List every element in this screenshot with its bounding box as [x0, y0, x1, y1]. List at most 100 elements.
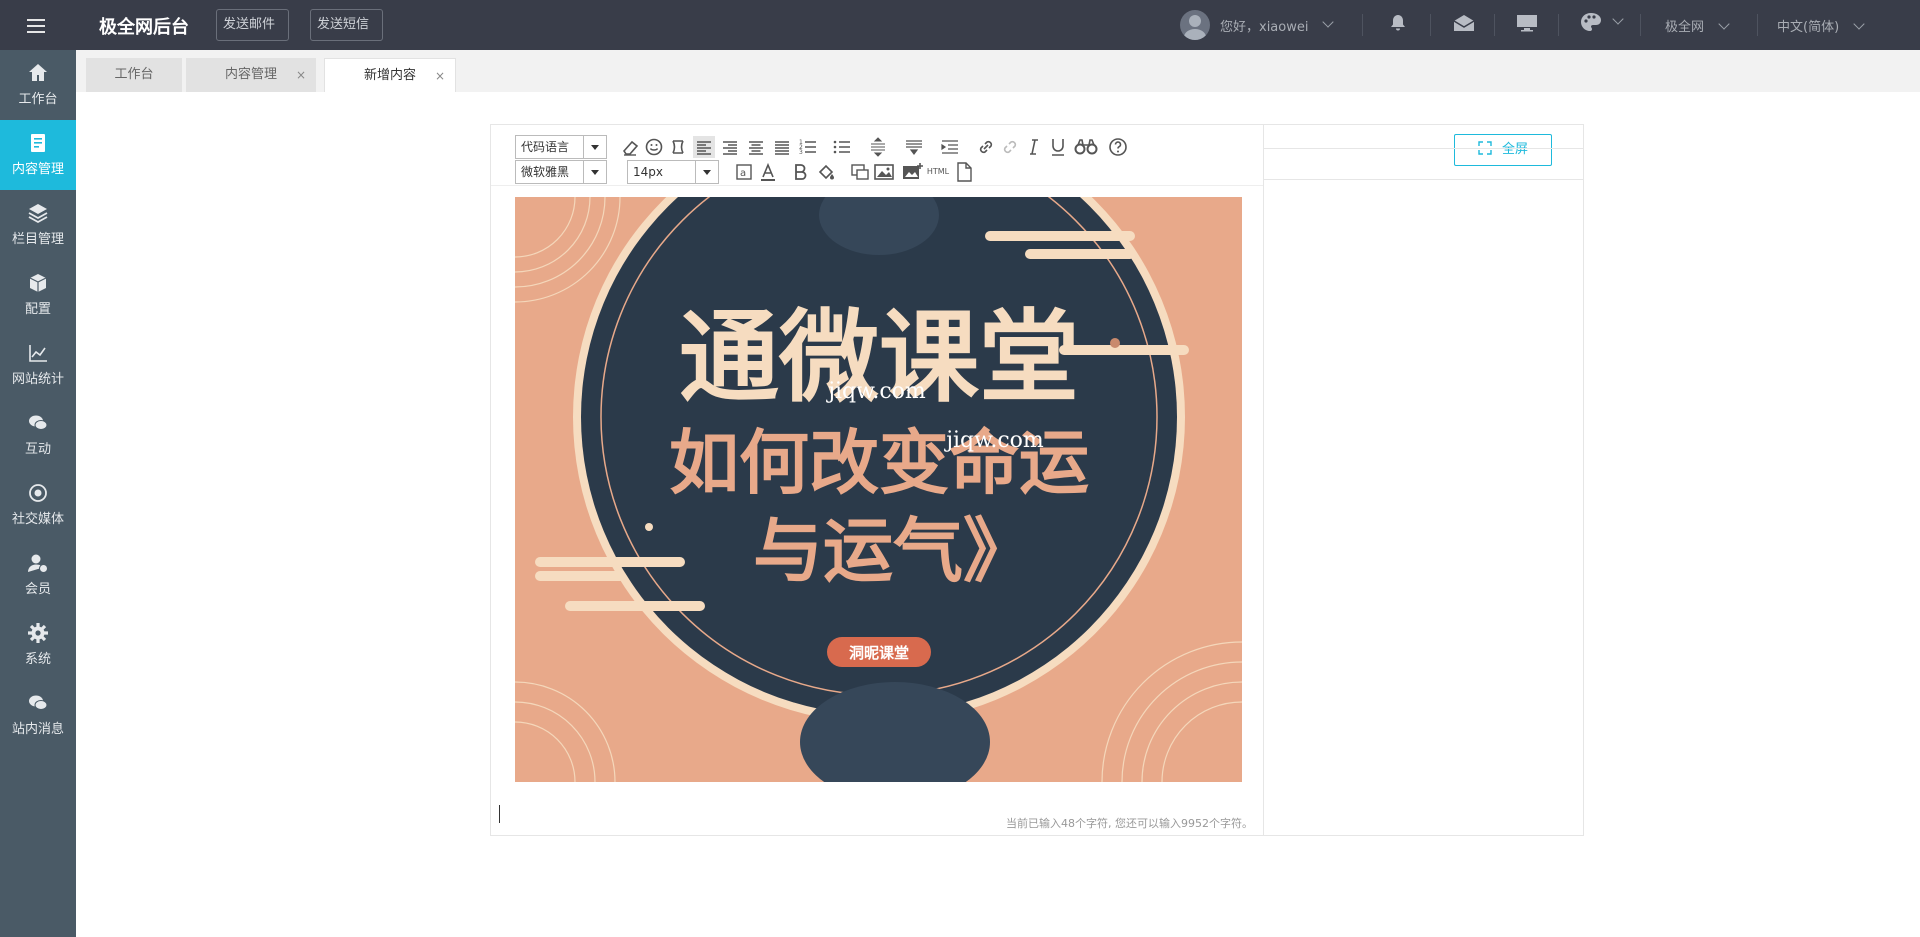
cube-icon — [29, 274, 47, 292]
user-menu[interactable]: 您好，xiaowei — [1180, 9, 1335, 41]
sidebar-item-workbench[interactable]: 工作台 — [0, 50, 76, 120]
sidebar-item-messages[interactable]: 站内消息 — [0, 680, 76, 750]
divider — [1640, 14, 1641, 36]
sidebar-item-label: 网站统计 — [11, 372, 64, 387]
sidebar-item-content[interactable]: 内容管理 — [0, 120, 76, 190]
inserted-poster-image[interactable]: 通微课堂 如何改变命运 与运气》 洞昵课堂 jiqw.com jiqw.com — [515, 197, 1242, 782]
document-icon — [31, 134, 45, 152]
sidebar-item-social[interactable]: 社交媒体 — [0, 470, 76, 540]
target-icon — [29, 484, 47, 502]
indent-icon[interactable] — [939, 136, 961, 158]
user-greeting: 您好，xiaowei — [1220, 19, 1309, 35]
sidebar-item-label: 配置 — [24, 302, 51, 317]
sidebar-item-label: 站内消息 — [11, 722, 64, 737]
ordered-list-icon[interactable]: 123 — [797, 136, 819, 158]
background-color-icon[interactable] — [815, 161, 837, 183]
divider — [1494, 14, 1495, 36]
divider — [1558, 14, 1559, 36]
sidebar-item-label: 工作台 — [18, 92, 58, 107]
find-replace-icon[interactable] — [1073, 136, 1099, 158]
align-center-icon[interactable] — [745, 136, 767, 158]
sidebar-item-label: 会员 — [24, 582, 51, 597]
unlink-icon[interactable] — [999, 136, 1021, 158]
word-count: 当前已输入48个字符, 您还可以输入9952个字符。 — [1006, 817, 1253, 830]
align-left-icon[interactable] — [693, 136, 715, 158]
image-crop-icon[interactable] — [849, 161, 871, 183]
multi-image-icon[interactable] — [901, 161, 923, 183]
sidebar-item-label: 内容管理 — [11, 162, 64, 177]
home-icon — [29, 64, 47, 81]
chevron-down-icon — [695, 161, 718, 183]
mail-open-icon[interactable] — [1453, 14, 1475, 32]
sidebar-item-interaction[interactable]: 互动 — [0, 400, 76, 470]
special-char-icon[interactable] — [667, 136, 689, 158]
watermark-text: jiqw.com — [825, 379, 926, 404]
link-icon[interactable] — [975, 136, 997, 158]
language-menu[interactable]: 中文(简体) — [1777, 16, 1865, 35]
poster-graphic: 通微课堂 如何改变命运 与运气》 洞昵课堂 jiqw.com jiqw.com — [515, 197, 1242, 782]
side-panel — [1210, 148, 1584, 836]
send-sms-button[interactable]: 发送短信 — [310, 9, 383, 41]
font-family-select[interactable]: 微软雅黑 — [515, 160, 607, 184]
tab-workbench[interactable]: 工作台 — [86, 58, 182, 92]
chevron-down-icon — [1718, 18, 1730, 30]
help-icon[interactable] — [1107, 136, 1129, 158]
tab-add-content[interactable]: 新增内容 × — [324, 58, 456, 92]
layers-icon — [28, 204, 48, 224]
message-icon — [29, 695, 48, 710]
eraser-icon[interactable] — [619, 136, 641, 158]
code-language-select[interactable]: 代码语言 — [515, 135, 607, 159]
html-source-button[interactable]: HTML — [925, 161, 951, 183]
sidebar-item-config[interactable]: 配置 — [0, 260, 76, 330]
file-icon[interactable] — [953, 161, 975, 183]
font-size-value: 14px — [633, 165, 663, 179]
underline-icon[interactable] — [1047, 136, 1069, 158]
close-icon[interactable]: × — [296, 58, 306, 92]
bullet-list-icon[interactable] — [831, 136, 853, 158]
image-icon[interactable] — [873, 161, 895, 183]
bell-icon[interactable] — [1390, 14, 1406, 32]
tab-content-management[interactable]: 内容管理 × — [186, 58, 316, 92]
editor-toolbar: 代码语言 123 微软雅黑 14px a HTML — [491, 125, 1263, 186]
site-menu[interactable]: 极全网 — [1665, 16, 1730, 35]
paragraph-spacing-icon[interactable] — [903, 136, 925, 158]
brand-title: 极全网后台 — [99, 17, 189, 38]
divider — [1430, 14, 1431, 36]
close-icon[interactable]: × — [435, 59, 445, 93]
font-color-icon[interactable] — [757, 161, 779, 183]
align-justify-icon[interactable] — [771, 136, 793, 158]
italic-icon[interactable] — [1023, 136, 1045, 158]
sidebar-item-columns[interactable]: 栏目管理 — [0, 190, 76, 260]
monitor-icon[interactable] — [1516, 14, 1538, 32]
watermark-text: jiqw.com — [943, 428, 1044, 453]
top-bar: 极全网后台 发送邮件 发送短信 您好，xiaowei 极全网 中文(简体) — [0, 0, 1920, 50]
member-icon — [28, 554, 48, 573]
menu-toggle-icon[interactable] — [24, 15, 48, 35]
language-label: 中文(简体) — [1777, 20, 1840, 35]
align-right-icon[interactable] — [719, 136, 741, 158]
sidebar-item-stats[interactable]: 网站统计 — [0, 330, 76, 400]
tab-label: 内容管理 — [224, 67, 277, 82]
send-mail-button[interactable]: 发送邮件 — [216, 9, 289, 41]
site-name: 极全网 — [1665, 20, 1705, 35]
tab-bar: 工作台 内容管理 × 新增内容 × — [76, 50, 1920, 92]
theme-menu[interactable] — [1580, 12, 1624, 32]
font-size-select[interactable]: 14px — [627, 160, 719, 184]
rich-text-editor[interactable]: 代码语言 123 微软雅黑 14px a HTML 通微课堂 如何改变命运 与运… — [490, 124, 1264, 836]
sidebar-item-system[interactable]: 系统 — [0, 610, 76, 680]
divider — [1757, 14, 1758, 36]
bold-icon[interactable] — [789, 161, 811, 183]
svg-text:a: a — [740, 168, 746, 179]
emoji-icon[interactable] — [643, 136, 665, 158]
chevron-down-icon — [583, 136, 606, 158]
font-family-value: 微软雅黑 — [521, 165, 570, 179]
line-height-icon[interactable] — [867, 136, 889, 158]
avatar — [1180, 10, 1210, 40]
text-box-icon[interactable]: a — [733, 161, 755, 183]
sidebar-item-members[interactable]: 会员 — [0, 540, 76, 610]
tab-label: 工作台 — [114, 67, 154, 82]
divider — [1362, 14, 1363, 36]
chevron-down-icon — [1322, 16, 1335, 28]
gear-icon — [28, 623, 48, 643]
poster-subtitle-2: 与运气》 — [753, 510, 1033, 592]
